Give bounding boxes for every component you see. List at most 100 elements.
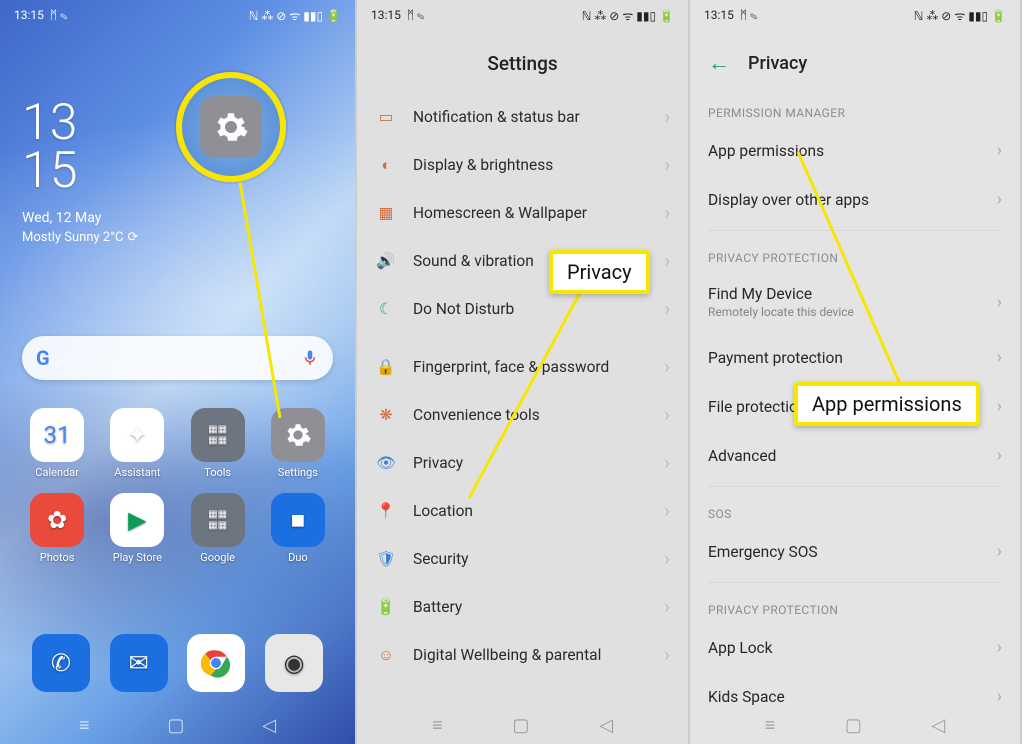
dock: ✆ ✉ ◉ [22, 634, 333, 696]
app-play-store[interactable]: ▶Play Store [102, 493, 172, 564]
callout-app-permissions: App permissions [794, 382, 980, 426]
lock-icon: 🔒 [375, 356, 397, 378]
section-permission-manager: PERMISSION MANAGER [690, 92, 1020, 126]
app-grid: 31Calendar ✦Assistant ▦▦▦▦Tools Settings… [22, 408, 333, 564]
privacy-header: ← Privacy [690, 30, 1020, 92]
nav-recent-icon[interactable]: ≡ [432, 715, 443, 736]
chevron-right-icon: › [665, 203, 670, 224]
status-bar: 13:15 ᛗ ✎ ℕ ⁂ ⊘ ᯤ ▮▮▯ 🔋 [690, 0, 1020, 30]
app-calendar[interactable]: 31Calendar [22, 408, 92, 479]
status-time: 13:15 [704, 8, 734, 22]
row-security[interactable]: 🛡Security› [357, 535, 688, 583]
chevron-right-icon: › [665, 251, 670, 272]
row-digital-wellbeing[interactable]: ☺Digital Wellbeing & parental› [357, 631, 688, 679]
chevron-right-icon: › [997, 140, 1002, 161]
app-photos[interactable]: ✿Photos [22, 493, 92, 564]
row-homescreen-wallpaper[interactable]: ▦Homescreen & Wallpaper› [357, 189, 688, 237]
row-fingerprint-face-password[interactable]: 🔒Fingerprint, face & password› [357, 343, 688, 391]
row-location[interactable]: 📍Location› [357, 487, 688, 535]
homescreen-clock: 13 15 [22, 100, 77, 195]
privacy-icon: 👁 [375, 452, 397, 474]
nav-home-icon[interactable]: ▢ [512, 715, 529, 736]
row-app-permissions[interactable]: App permissions› [690, 126, 1020, 175]
app-settings[interactable]: Settings [263, 408, 333, 479]
section-privacy-protection: PRIVACY PROTECTION [690, 237, 1020, 271]
row-display-brightness[interactable]: ◐Display & brightness› [357, 141, 688, 189]
battery-icon: 🔋 [375, 596, 397, 618]
moon-icon: ☾ [375, 298, 397, 320]
row-emergency-sos[interactable]: Emergency SOS› [690, 527, 1020, 576]
status-left-icons: ᛗ ✎ [740, 8, 757, 22]
row-notification-status-bar[interactable]: ▭Notification & status bar› [357, 93, 688, 141]
status-right-icons: ℕ ⁂ ⊘ ᯤ ▮▮▯ 🔋 [914, 7, 1006, 24]
homescreen-date: Wed, 12 May [22, 210, 101, 226]
chevron-right-icon: › [665, 501, 670, 522]
row-display-over-apps[interactable]: Display over other apps› [690, 175, 1020, 224]
tools-icon: ❋ [375, 404, 397, 426]
chevron-right-icon: › [997, 396, 1002, 417]
status-time: 13:15 [371, 8, 401, 22]
wellbeing-icon: ☺ [375, 644, 397, 666]
row-convenience-tools[interactable]: ❋Convenience tools› [357, 391, 688, 439]
app-google-folder[interactable]: ▦▦▦▦Google [183, 493, 253, 564]
status-right-icons: ℕ ⁂ ⊘ ᯤ ▮▮▯ 🔋 [249, 7, 341, 24]
app-tools-folder[interactable]: ▦▦▦▦Tools [183, 408, 253, 479]
mic-icon[interactable] [301, 349, 319, 367]
settings-list: ▭Notification & status bar› ◐Display & b… [357, 93, 688, 679]
nav-back-icon[interactable]: ◁ [599, 715, 613, 736]
chevron-right-icon: › [997, 189, 1002, 210]
nav-recent-icon[interactable]: ≡ [79, 715, 90, 736]
chevron-right-icon: › [997, 541, 1002, 562]
app-duo[interactable]: ■Duo [263, 493, 333, 564]
callout-privacy: Privacy [549, 250, 650, 294]
status-left-icons: ᛗ ✎ [407, 8, 424, 22]
chevron-right-icon: › [665, 299, 670, 320]
dock-chrome[interactable] [178, 634, 256, 696]
wallpaper-icon: ▦ [375, 202, 397, 224]
shield-icon: 🛡 [375, 548, 397, 570]
row-privacy[interactable]: 👁Privacy› [357, 439, 688, 487]
nav-home-icon[interactable]: ▢ [167, 715, 184, 736]
status-bar: 13:15 ᛗ ✎ ℕ ⁂ ⊘ ᯤ ▮▮▯ 🔋 [0, 0, 355, 30]
chevron-right-icon: › [665, 645, 670, 666]
chevron-right-icon: › [997, 686, 1002, 707]
status-bar: 13:15 ᛗ ✎ ℕ ⁂ ⊘ ᯤ ▮▮▯ 🔋 [357, 0, 688, 30]
chevron-right-icon: › [997, 347, 1002, 368]
chevron-right-icon: › [665, 107, 670, 128]
brightness-icon: ◐ [375, 154, 397, 176]
chevron-right-icon: › [665, 405, 670, 426]
row-find-my-device[interactable]: Find My DeviceRemotely locate this devic… [690, 271, 1020, 333]
google-search-bar[interactable]: G [22, 336, 333, 380]
row-advanced[interactable]: Advanced› [690, 431, 1020, 480]
status-left-icons: ᛗ ✎ [50, 8, 67, 22]
chevron-right-icon: › [665, 597, 670, 618]
nav-home-icon[interactable]: ▢ [845, 715, 862, 736]
privacy-panel: 13:15 ᛗ ✎ ℕ ⁂ ⊘ ᯤ ▮▮▯ 🔋 ← Privacy PERMIS… [690, 0, 1022, 744]
dock-camera[interactable]: ◉ [255, 634, 333, 696]
back-arrow-icon[interactable]: ← [708, 50, 730, 76]
sound-icon: 🔊 [375, 250, 397, 272]
privacy-title: Privacy [748, 53, 807, 74]
chevron-right-icon: › [997, 445, 1002, 466]
location-icon: 📍 [375, 500, 397, 522]
chevron-right-icon: › [665, 549, 670, 570]
row-app-lock[interactable]: App Lock› [690, 623, 1020, 672]
notification-icon: ▭ [375, 106, 397, 128]
homescreen-panel: 13:15 ᛗ ✎ ℕ ⁂ ⊘ ᯤ ▮▮▯ 🔋 13 15 Wed, 12 Ma… [0, 0, 357, 744]
section-sos: SOS [690, 493, 1020, 527]
highlight-ring-settings [176, 72, 286, 182]
google-logo-icon: G [36, 346, 50, 370]
row-kids-space[interactable]: Kids Space› [690, 672, 1020, 721]
row-payment-protection[interactable]: Payment protection› [690, 333, 1020, 382]
app-assistant[interactable]: ✦Assistant [102, 408, 172, 479]
row-battery[interactable]: 🔋Battery› [357, 583, 688, 631]
settings-panel: 13:15 ᛗ ✎ ℕ ⁂ ⊘ ᯤ ▮▮▯ 🔋 Settings ▭Notifi… [357, 0, 690, 744]
nav-back-icon[interactable]: ◁ [262, 715, 276, 736]
settings-icon-large [200, 96, 262, 158]
nav-bar: ≡ ▢ ◁ [0, 715, 355, 736]
dock-messages[interactable]: ✉ [100, 634, 178, 696]
dock-phone[interactable]: ✆ [22, 634, 100, 696]
nav-back-icon[interactable]: ◁ [931, 715, 945, 736]
section-privacy-protection-2: PRIVACY PROTECTION [690, 589, 1020, 623]
nav-recent-icon[interactable]: ≡ [765, 715, 776, 736]
